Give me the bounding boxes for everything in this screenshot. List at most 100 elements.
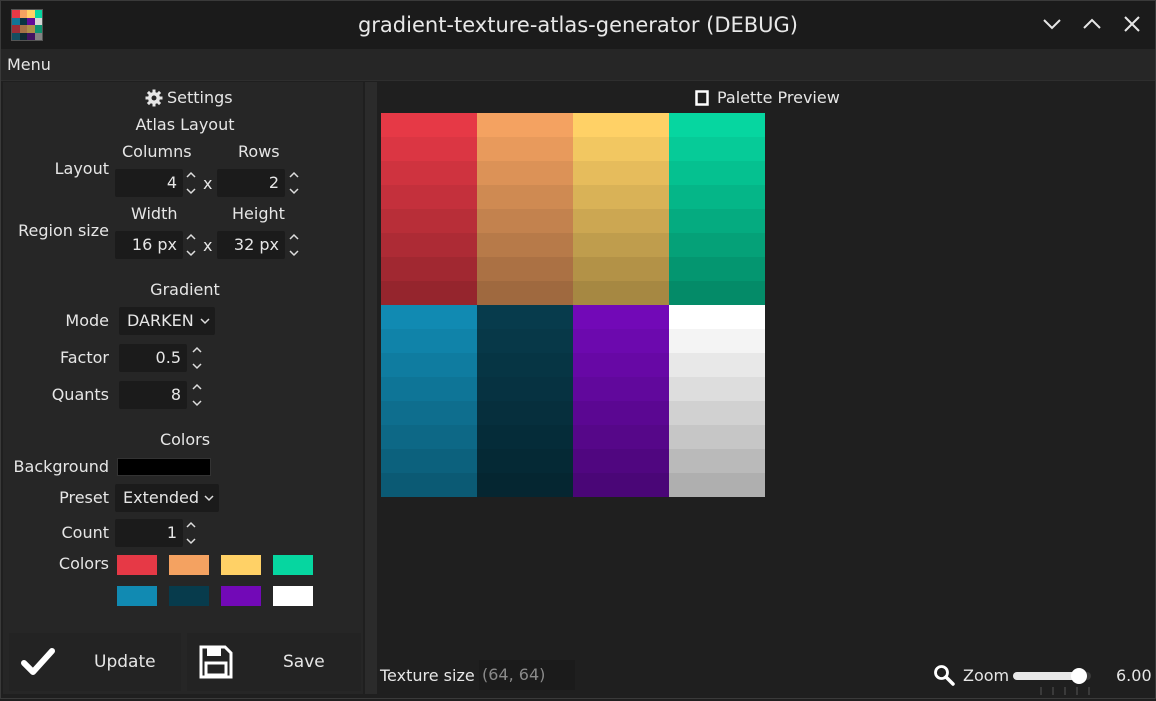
palette-shade bbox=[477, 473, 573, 497]
palette-shade bbox=[477, 281, 573, 305]
palette-shade bbox=[669, 377, 765, 401]
columns-times-rows: x bbox=[203, 174, 213, 193]
preset-select[interactable]: Extended bbox=[115, 484, 219, 512]
palette-region-4 bbox=[669, 113, 765, 305]
palette-shade bbox=[669, 209, 765, 233]
checkmark-icon bbox=[21, 647, 55, 677]
palette-shade bbox=[573, 377, 669, 401]
color-swatch-7[interactable] bbox=[221, 586, 261, 606]
palette-shade bbox=[381, 401, 477, 425]
floppy-disk-icon bbox=[199, 645, 233, 679]
width-times-height: x bbox=[203, 236, 213, 255]
palette-shade bbox=[381, 449, 477, 473]
width-stepper-arrows[interactable] bbox=[185, 231, 197, 259]
update-button[interactable]: Update bbox=[9, 633, 181, 691]
menu-button[interactable]: Menu bbox=[7, 55, 51, 74]
color-swatch-1[interactable] bbox=[117, 555, 157, 575]
background-color-picker[interactable] bbox=[117, 458, 211, 476]
maximize-button[interactable] bbox=[1079, 11, 1105, 37]
zoom-slider-ticks bbox=[1039, 682, 1109, 695]
colors-label: Colors bbox=[58, 554, 109, 573]
palette-shade bbox=[573, 353, 669, 377]
texture-size-label: Texture size bbox=[380, 666, 475, 685]
count-spinbox[interactable]: 1 bbox=[115, 519, 183, 547]
chevron-up-icon bbox=[1083, 18, 1101, 29]
color-swatch-6[interactable] bbox=[169, 586, 209, 606]
palette-shade bbox=[381, 425, 477, 449]
palette-shade bbox=[381, 185, 477, 209]
palette-shade bbox=[477, 233, 573, 257]
preset-label: Preset bbox=[59, 488, 109, 507]
palette-preview-image bbox=[381, 113, 765, 497]
palette-shade bbox=[669, 473, 765, 497]
color-swatch-3[interactable] bbox=[221, 555, 261, 575]
window-title: gradient-texture-atlas-generator (DEBUG) bbox=[357, 13, 799, 37]
close-button[interactable] bbox=[1119, 11, 1145, 37]
mode-label: Mode bbox=[65, 311, 109, 330]
width-spinbox[interactable]: 16 px bbox=[115, 231, 183, 259]
factor-stepper-arrows[interactable] bbox=[191, 344, 203, 372]
background-label: Background bbox=[13, 457, 109, 476]
preview-panel: Palette Preview Texture size (64, 64) Zo… bbox=[379, 82, 1155, 695]
palette-shade bbox=[669, 425, 765, 449]
zoom-value: 6.00 bbox=[1116, 666, 1152, 685]
palette-shade bbox=[573, 113, 669, 137]
mode-select-value: DARKEN bbox=[127, 311, 194, 330]
palette-shade bbox=[573, 209, 669, 233]
app-window: gradient-texture-atlas-generator (DEBUG)… bbox=[0, 0, 1156, 699]
palette-shade bbox=[477, 449, 573, 473]
palette-shade bbox=[477, 401, 573, 425]
document-icon bbox=[695, 90, 709, 106]
palette-shade bbox=[477, 329, 573, 353]
title-bar[interactable]: gradient-texture-atlas-generator (DEBUG) bbox=[1, 1, 1155, 49]
texture-size-field: (64, 64) bbox=[479, 660, 575, 690]
palette-shade bbox=[381, 257, 477, 281]
palette-shade bbox=[381, 161, 477, 185]
palette-shade bbox=[669, 329, 765, 353]
columns-spinbox[interactable]: 4 bbox=[115, 169, 183, 197]
count-label: Count bbox=[61, 523, 109, 542]
palette-shade bbox=[381, 305, 477, 329]
palette-region-7 bbox=[573, 305, 669, 497]
palette-shade bbox=[477, 113, 573, 137]
gear-icon bbox=[145, 89, 163, 107]
palette-shade bbox=[573, 401, 669, 425]
count-stepper-arrows[interactable] bbox=[185, 519, 197, 547]
panel-splitter[interactable] bbox=[365, 82, 377, 694]
quants-stepper-arrows[interactable] bbox=[191, 381, 203, 409]
palette-shade bbox=[573, 137, 669, 161]
quants-label: Quants bbox=[51, 385, 109, 404]
palette-shade bbox=[477, 257, 573, 281]
quants-spinbox[interactable]: 8 bbox=[119, 381, 187, 409]
color-swatch-4[interactable] bbox=[273, 555, 313, 575]
height-spinbox[interactable]: 32 px bbox=[217, 231, 285, 259]
palette-shade bbox=[573, 305, 669, 329]
chevron-down-icon bbox=[199, 307, 211, 344]
palette-shade bbox=[477, 377, 573, 401]
palette-region-6 bbox=[477, 305, 573, 497]
layout-label: Layout bbox=[54, 159, 109, 178]
factor-spinbox[interactable]: 0.5 bbox=[119, 344, 187, 372]
palette-shade bbox=[669, 281, 765, 305]
rows-stepper-arrows[interactable] bbox=[288, 169, 300, 197]
mode-select[interactable]: DARKEN bbox=[119, 307, 215, 335]
close-icon bbox=[1124, 16, 1140, 32]
palette-shade bbox=[669, 185, 765, 209]
color-swatch-2[interactable] bbox=[169, 555, 209, 575]
zoom-slider[interactable] bbox=[1013, 668, 1091, 684]
color-swatch-8[interactable] bbox=[273, 586, 313, 606]
height-stepper-arrows[interactable] bbox=[288, 231, 300, 259]
preview-title: Palette Preview bbox=[717, 88, 840, 107]
columns-stepper-arrows[interactable] bbox=[185, 169, 197, 197]
minimize-button[interactable] bbox=[1039, 11, 1065, 37]
chevron-down-icon bbox=[203, 484, 215, 521]
palette-shade bbox=[381, 137, 477, 161]
save-button[interactable]: Save bbox=[187, 633, 361, 691]
palette-shade bbox=[573, 185, 669, 209]
columns-header: Columns bbox=[122, 142, 192, 161]
factor-label: Factor bbox=[60, 348, 109, 367]
colors-heading: Colors bbox=[159, 430, 211, 449]
palette-shade bbox=[573, 425, 669, 449]
rows-spinbox[interactable]: 2 bbox=[217, 169, 285, 197]
color-swatch-5[interactable] bbox=[117, 586, 157, 606]
